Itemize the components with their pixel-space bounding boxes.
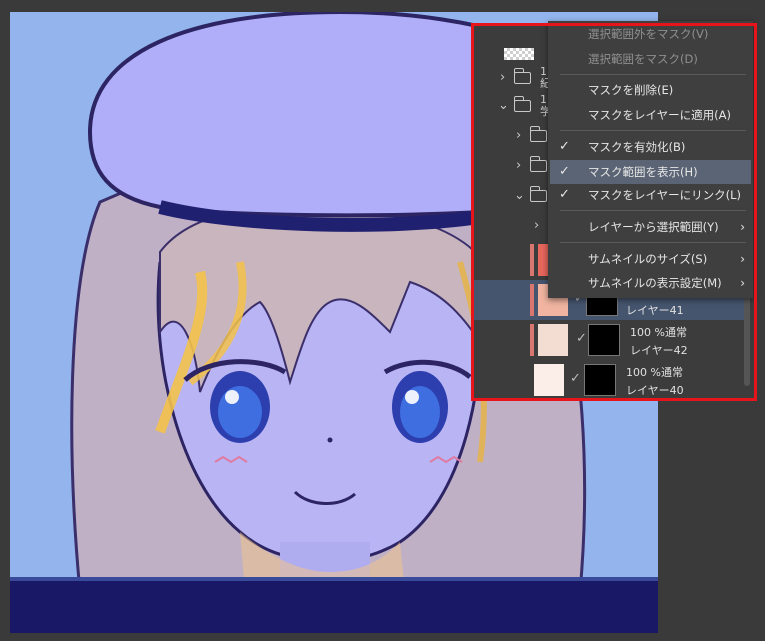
layer-blend-mode: 100 %通常 — [626, 366, 683, 379]
menu-item-label: マスクをレイヤーに適用(A) — [588, 108, 731, 122]
menu-item-label: 選択範囲外をマスク(V) — [588, 27, 709, 41]
folder-icon — [529, 156, 547, 172]
folder-open-icon — [529, 186, 547, 202]
menu-item-link-mask-to-layer[interactable]: ✓ マスクをレイヤーにリンク(L) — [548, 183, 753, 207]
chevron-right-icon[interactable]: › — [534, 212, 539, 240]
folder-open-icon — [513, 96, 531, 112]
layer-color-bar — [530, 324, 534, 356]
layer-thumbnail — [534, 364, 564, 396]
menu-item-mask-selection[interactable]: 選択範囲をマスク(D) — [548, 47, 753, 71]
chevron-right-icon[interactable]: › — [516, 152, 521, 180]
chevron-down-icon[interactable]: ⌄ — [498, 92, 509, 120]
submenu-arrow-icon: › — [740, 276, 745, 290]
menu-item-apply-mask-to-layer[interactable]: マスクをレイヤーに適用(A) — [548, 103, 753, 127]
layer-row[interactable]: ✓ 100 %通常 レイヤー42 — [474, 320, 746, 360]
layer-color-bar — [530, 244, 534, 276]
layer-color-bar — [530, 284, 534, 316]
menu-item-label: 選択範囲をマスク(D) — [588, 52, 698, 66]
layer-name: レイヤー40 — [626, 384, 684, 397]
visibility-check-icon[interactable]: ✓ — [570, 371, 581, 386]
menu-item-thumbnail-display-settings[interactable]: サムネイルの表示設定(M) › — [548, 271, 753, 295]
menu-separator — [560, 242, 746, 243]
menu-item-delete-mask[interactable]: マスクを削除(E) — [548, 78, 753, 102]
chevron-right-icon[interactable]: › — [516, 122, 521, 150]
menu-item-label: マスクを削除(E) — [588, 83, 674, 97]
menu-separator — [560, 210, 746, 211]
mask-context-menu: 選択範囲外をマスク(V) 選択範囲をマスク(D) マスクを削除(E) マスクをレ… — [548, 21, 753, 298]
check-icon: ✓ — [559, 139, 570, 154]
folder-icon — [529, 126, 547, 142]
menu-item-label: レイヤーから選択範囲(Y) — [588, 220, 719, 234]
layer-thumbnail — [538, 324, 568, 356]
menu-item-label: マスク範囲を表示(H) — [588, 165, 698, 179]
menu-separator — [560, 74, 746, 75]
folder-icon — [513, 68, 531, 84]
chevron-down-icon[interactable]: ⌄ — [514, 182, 525, 210]
layer-name: レイヤー41 — [626, 304, 684, 317]
chevron-right-icon[interactable]: › — [500, 64, 505, 92]
menu-item-label: マスクを有効化(B) — [588, 140, 686, 154]
mask-thumbnail[interactable] — [584, 364, 616, 396]
mask-thumbnail[interactable] — [588, 324, 620, 356]
layer-blend-mode: 100 %通常 — [630, 326, 687, 339]
menu-item-show-mask-area[interactable]: ✓ マスク範囲を表示(H) — [550, 160, 751, 184]
menu-item-selection-from-layer[interactable]: レイヤーから選択範囲(Y) › — [548, 215, 753, 239]
layer-name: レイヤー42 — [630, 344, 688, 357]
menu-item-enable-mask[interactable]: ✓ マスクを有効化(B) — [548, 135, 753, 159]
menu-separator — [560, 130, 746, 131]
menu-item-thumbnail-size[interactable]: サムネイルのサイズ(S) › — [548, 247, 753, 271]
menu-item-label: サムネイルのサイズ(S) — [588, 252, 708, 266]
checkerboard-thumbnail — [504, 48, 534, 60]
layer-row[interactable]: ✓ 100 %通常 レイヤー40 — [474, 360, 746, 400]
menu-item-label: サムネイルの表示設定(M) — [588, 276, 722, 290]
visibility-check-icon[interactable]: ✓ — [576, 331, 587, 346]
check-icon: ✓ — [559, 187, 570, 202]
submenu-arrow-icon: › — [740, 220, 745, 234]
menu-item-mask-outside-selection[interactable]: 選択範囲外をマスク(V) — [548, 22, 753, 46]
submenu-arrow-icon: › — [740, 252, 745, 266]
check-icon: ✓ — [559, 164, 570, 179]
menu-item-label: マスクをレイヤーにリンク(L) — [588, 188, 742, 202]
